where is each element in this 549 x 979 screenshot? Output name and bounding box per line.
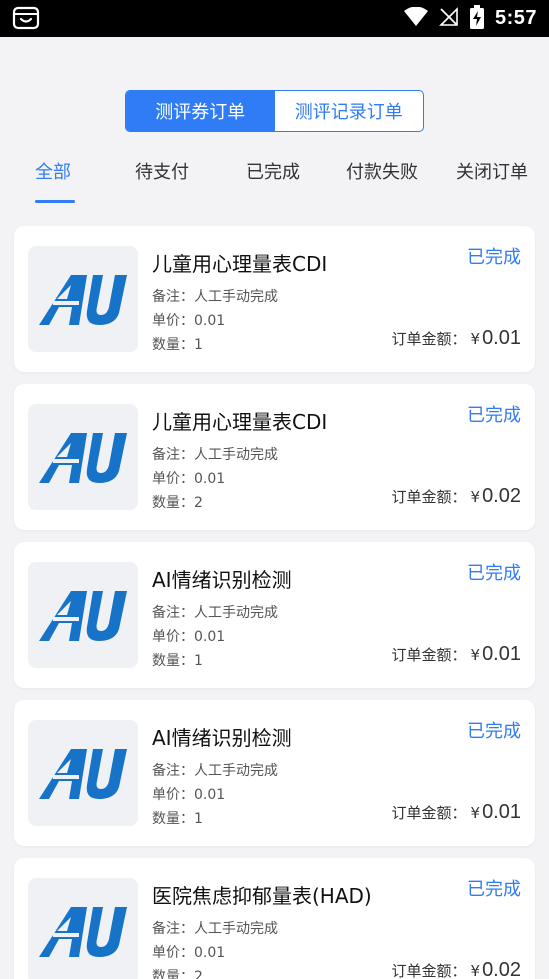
order-amount-label: 订单金额： (391, 488, 467, 506)
order-amount: 订单金额： ¥ 0.01 (392, 327, 522, 350)
ai-logo-icon (39, 275, 127, 325)
order-amount-value: 0.02 (482, 959, 521, 979)
order-note: 备注：人工手动完成 (152, 763, 278, 779)
order-quantity: 数量：2 (152, 495, 203, 511)
order-status-badge: 已完成 (467, 405, 521, 426)
order-title: AI情绪识别检测 (152, 726, 292, 750)
ai-logo-icon (39, 591, 127, 641)
order-unit-price: 单价：0.01 (152, 945, 226, 961)
currency-symbol: ¥ (470, 646, 481, 664)
order-card[interactable]: 儿童用心理量表CDI 已完成 备注：人工手动完成 单价：0.01 数量：2 订单… (14, 384, 535, 530)
no-signal-icon (439, 6, 459, 31)
order-unit-price: 单价：0.01 (152, 471, 226, 487)
order-title: 儿童用心理量表CDI (152, 410, 328, 434)
currency-symbol: ¥ (470, 804, 481, 822)
order-amount-value: 0.02 (482, 485, 521, 507)
wifi-icon (403, 6, 429, 31)
product-thumbnail (28, 878, 138, 979)
notification-icon (12, 6, 40, 30)
order-amount-label: 订单金额： (391, 804, 467, 822)
order-title: AI情绪识别检测 (152, 568, 292, 592)
order-card[interactable]: 医院焦虑抑郁量表(HAD) 已完成 备注：人工手动完成 单价：0.01 数量：2… (14, 858, 535, 979)
order-quantity: 数量：1 (152, 653, 203, 669)
currency-symbol: ¥ (470, 488, 481, 506)
order-status-badge: 已完成 (467, 879, 521, 900)
order-amount-value: 0.01 (482, 801, 521, 823)
order-unit-price: 单价：0.01 (152, 787, 226, 803)
order-note: 备注：人工手动完成 (152, 605, 278, 621)
order-card[interactable]: 儿童用心理量表CDI 已完成 备注：人工手动完成 单价：0.01 数量：1 订单… (14, 226, 535, 372)
product-thumbnail (28, 720, 138, 826)
ai-logo-icon (39, 433, 127, 483)
order-note: 备注：人工手动完成 (152, 447, 278, 463)
product-thumbnail (28, 404, 138, 510)
order-title: 儿童用心理量表CDI (152, 252, 328, 276)
status-bar: 5:57 (0, 0, 549, 37)
order-quantity: 数量：1 (152, 811, 203, 827)
order-status-badge: 已完成 (467, 721, 521, 742)
order-note: 备注：人工手动完成 (152, 921, 278, 937)
segment-tab-coupon-orders[interactable]: 测评券订单 (126, 91, 275, 131)
tab-all[interactable]: 全部 (35, 158, 71, 184)
order-note: 备注：人工手动完成 (152, 289, 278, 305)
ai-logo-icon (39, 907, 127, 957)
order-quantity: 数量：2 (152, 969, 203, 979)
order-amount: 订单金额： ¥ 0.01 (392, 643, 522, 666)
currency-symbol: ¥ (470, 962, 481, 979)
currency-symbol: ¥ (470, 330, 481, 348)
filter-tabs: 全部 待支付 已完成 付款失败 关闭订单 (0, 158, 549, 204)
product-thumbnail (28, 246, 138, 352)
tab-pending-payment[interactable]: 待支付 (135, 158, 189, 184)
tab-completed[interactable]: 已完成 (246, 158, 300, 184)
order-amount: 订单金额： ¥ 0.02 (392, 485, 522, 508)
order-card[interactable]: AI情绪识别检测 已完成 备注：人工手动完成 单价：0.01 数量：1 订单金额… (14, 542, 535, 688)
order-amount-value: 0.01 (482, 327, 521, 349)
order-unit-price: 单价：0.01 (152, 313, 226, 329)
order-amount-label: 订单金额： (391, 962, 467, 979)
product-thumbnail (28, 562, 138, 668)
order-amount: 订单金额： ¥ 0.02 (392, 959, 522, 979)
segment-tab-record-orders[interactable]: 测评记录订单 (275, 91, 424, 131)
order-status-badge: 已完成 (467, 563, 521, 584)
tab-payment-failed[interactable]: 付款失败 (346, 158, 418, 184)
order-unit-price: 单价：0.01 (152, 629, 226, 645)
order-type-segment: 测评券订单 测评记录订单 (125, 90, 424, 132)
tab-closed-orders[interactable]: 关闭订单 (456, 158, 528, 184)
ai-logo-icon (39, 749, 127, 799)
battery-icon (469, 4, 485, 33)
order-amount-label: 订单金额： (391, 646, 467, 664)
active-tab-indicator (35, 200, 75, 203)
clock: 5:57 (494, 7, 537, 29)
order-quantity: 数量：1 (152, 337, 203, 353)
order-amount-label: 订单金额： (391, 330, 467, 348)
order-amount-value: 0.01 (482, 643, 521, 665)
order-status-badge: 已完成 (467, 247, 521, 268)
order-card[interactable]: AI情绪识别检测 已完成 备注：人工手动完成 单价：0.01 数量：1 订单金额… (14, 700, 535, 846)
order-amount: 订单金额： ¥ 0.01 (392, 801, 522, 824)
order-title: 医院焦虑抑郁量表(HAD) (152, 884, 372, 908)
